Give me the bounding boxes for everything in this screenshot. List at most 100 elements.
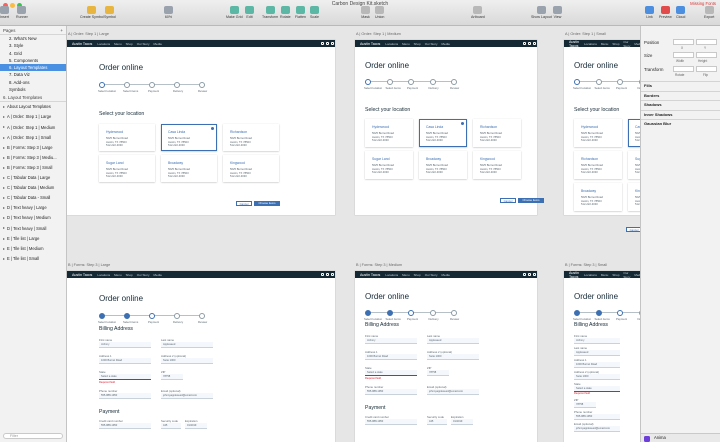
- disclosure-triangle-icon[interactable]: [3, 116, 5, 119]
- toolbar-rotate-button[interactable]: Rotate: [280, 6, 291, 19]
- nav-item[interactable]: Shop: [612, 42, 619, 46]
- toolbar-link-button[interactable]: Link: [645, 6, 654, 19]
- layer-item[interactable]: B | Forms: Step 3 | Small: [0, 163, 66, 173]
- location-tile[interactable]: Sugar Land5625 Burnet Road Austin, TX 78…: [99, 155, 155, 182]
- pages-header[interactable]: Pages +: [0, 26, 66, 35]
- location-tile[interactable]: Casa Linda5625 Burnet Road Austin, TX 78…: [161, 124, 217, 151]
- location-tile[interactable]: Richardson 5625 Burnet Road Austin, TX 78…: [574, 151, 622, 179]
- nav-item[interactable]: Our Story: [137, 42, 150, 46]
- field-addr1-input[interactable]: 1000 Burnet Road: [365, 354, 417, 360]
- anima-plugin-bar[interactable]: Anima: [641, 433, 720, 442]
- canvas[interactable]: A | Order: Step 1 | Large Austin Tacos Loc…: [67, 26, 640, 442]
- choose-items-button[interactable]: Choose items: [518, 198, 544, 203]
- width-field[interactable]: [673, 52, 694, 58]
- field-card-input[interactable]: 555-888-1950: [365, 419, 417, 425]
- toolbar-preview-button[interactable]: Preview: [659, 6, 672, 19]
- location-tile[interactable]: Sugar Land5625 Burnet Road Austin, TX 78…: [628, 151, 640, 179]
- menu-icon[interactable]: [331, 273, 334, 276]
- artboard-order-s[interactable]: Austin Tacos Locations Menu Shop Our Story Me…: [564, 40, 640, 232]
- layer-item[interactable]: D | Text heavy | Medium: [0, 213, 66, 223]
- flip-field[interactable]: [696, 66, 717, 72]
- nav-brand[interactable]: Austin Tacos: [72, 42, 92, 46]
- nav-item[interactable]: Locations: [584, 42, 597, 46]
- field-phone-input[interactable]: 555-888-1950: [574, 414, 620, 420]
- toolbar-grid-button[interactable]: Make Grid: [226, 6, 243, 19]
- choose-items-button[interactable]: Choose items: [254, 201, 280, 206]
- disclosure-triangle-icon[interactable]: [3, 207, 5, 210]
- nav-item[interactable]: Locations: [385, 42, 398, 46]
- nav-item[interactable]: Locations: [385, 273, 398, 277]
- user-icon[interactable]: [528, 273, 531, 276]
- layer-item[interactable]: E | Tile list | Small: [0, 254, 66, 264]
- artboard-form-l[interactable]: Austin Tacos Locations Menu Shop Our Story Me…: [67, 271, 335, 442]
- location-tile[interactable]: Hyderwood 5625 Burnet Road Austin, TX 785…: [99, 124, 155, 151]
- nav-brand[interactable]: Austin Tacos: [360, 42, 380, 46]
- nav-item[interactable]: Locations: [97, 42, 110, 46]
- disclosure-triangle-icon[interactable]: [3, 166, 5, 169]
- disclosure-triangle-icon[interactable]: [3, 197, 5, 200]
- nav-item[interactable]: Media: [154, 273, 162, 277]
- field-phone-input[interactable]: 555-888-1950: [365, 389, 417, 395]
- page-item[interactable]: 7. Data Viz: [0, 71, 66, 78]
- nav-item[interactable]: Media: [154, 42, 162, 46]
- page-item[interactable]: 4. Grid: [0, 50, 66, 57]
- layer-item[interactable]: D | Text heavy | Small: [0, 224, 66, 234]
- location-tile[interactable]: Richardson 5625 Burnet Road Austin, TX 78…: [473, 119, 521, 147]
- toolbar-export-button[interactable]: Export: [704, 6, 714, 19]
- nav-item[interactable]: Menu: [114, 273, 122, 277]
- field-addr2-input[interactable]: Suite 1000: [574, 374, 620, 380]
- toolbar-cloud-button[interactable]: Cloud: [676, 6, 685, 19]
- nav-item[interactable]: Our Story: [425, 273, 438, 277]
- layer-item[interactable]: A | Order: Step 1 | Small: [0, 133, 66, 143]
- layer-item[interactable]: E | Tile list | Medium: [0, 244, 66, 254]
- toolbar-union-button[interactable]: Union: [375, 6, 384, 19]
- page-item[interactable]: 5. Components: [0, 57, 66, 64]
- nav-item[interactable]: Menu: [114, 42, 122, 46]
- search-icon[interactable]: [321, 273, 324, 276]
- artboard-order-m[interactable]: Austin Tacos Locations Menu Shop Our Story Me…: [355, 40, 544, 215]
- layer-item[interactable]: B | Forms: Step 3 | Mediu...: [0, 153, 66, 163]
- disclosure-triangle-icon[interactable]: [3, 176, 5, 179]
- nav-item[interactable]: Media: [442, 42, 450, 46]
- nav-item[interactable]: Locations: [97, 273, 110, 277]
- location-tile[interactable]: Casa Linda5625 Burnet Road Austin, TX 78…: [419, 119, 467, 147]
- menu-icon[interactable]: [331, 42, 334, 45]
- toolbar-symbol-button[interactable]: Create Symbol: [80, 6, 104, 19]
- field-last-input[interactable]: Appleseed: [427, 338, 479, 344]
- field-last-input[interactable]: Appleseed: [574, 350, 620, 356]
- toolbar-edit-button[interactable]: Edit: [245, 6, 254, 19]
- field-zip-input[interactable]: 78758: [427, 370, 449, 376]
- nav-item[interactable]: Our Story: [137, 273, 150, 277]
- toolbar-transform-button[interactable]: Transform: [262, 6, 278, 19]
- page-item[interactable]: 8. Add-ons: [0, 79, 66, 86]
- page-item[interactable]: 3. Style: [0, 42, 66, 49]
- inspector-section-fills[interactable]: Fills: [644, 83, 652, 88]
- location-tile[interactable]: Kingwood5625 Burnet Road Austin, TX 7850…: [628, 183, 640, 211]
- nav-item[interactable]: Menu: [601, 42, 609, 46]
- location-tile[interactable]: Casa Linda5625 Burnet Road Austin, TX 78…: [628, 119, 640, 147]
- layer-item[interactable]: C | Tabular Data | Medium: [0, 183, 66, 193]
- nav-item[interactable]: Shop: [612, 273, 619, 277]
- disclosure-triangle-icon[interactable]: [3, 106, 5, 109]
- field-state-input[interactable]: Select a state: [99, 374, 151, 380]
- field-email-input[interactable]: johnnyappleseed@email.com: [161, 393, 213, 399]
- disclosure-triangle-icon[interactable]: [3, 227, 5, 230]
- inspector-section-borders[interactable]: Borders: [644, 93, 659, 98]
- artboard-order-l[interactable]: Austin Tacos Locations Menu Shop Our Story Me…: [67, 40, 335, 215]
- inspector-section-gaussian-blur[interactable]: Gaussian Blur: [644, 121, 671, 126]
- field-card-input[interactable]: 555-888-1950: [99, 423, 151, 429]
- field-email-input[interactable]: johnnyappleseed@email.com: [574, 426, 620, 432]
- location-tile[interactable]: Broadway 5625 Burnet Road Austin, TX 7850…: [419, 151, 467, 179]
- disclosure-triangle-icon[interactable]: [3, 257, 5, 260]
- field-addr1-input[interactable]: 1000 Burnet Road: [99, 358, 151, 364]
- position-y-field[interactable]: [696, 39, 717, 45]
- field-cvv-input[interactable]: 445: [427, 419, 447, 425]
- location-tile[interactable]: Kingwood5625 Burnet Road Austin, TX 7850…: [473, 151, 521, 179]
- cancel-button[interactable]: Cancel: [500, 198, 516, 203]
- location-tile[interactable]: Hyderwood 5625 Burnet Road Austin, TX 785…: [574, 119, 622, 147]
- cancel-button[interactable]: Cancel: [236, 201, 252, 206]
- add-page-icon[interactable]: +: [60, 28, 63, 33]
- field-last-input[interactable]: Appleseed: [161, 342, 213, 348]
- field-exp-input[interactable]: 01/2019: [451, 419, 473, 425]
- field-zip-input[interactable]: 78758: [161, 374, 183, 380]
